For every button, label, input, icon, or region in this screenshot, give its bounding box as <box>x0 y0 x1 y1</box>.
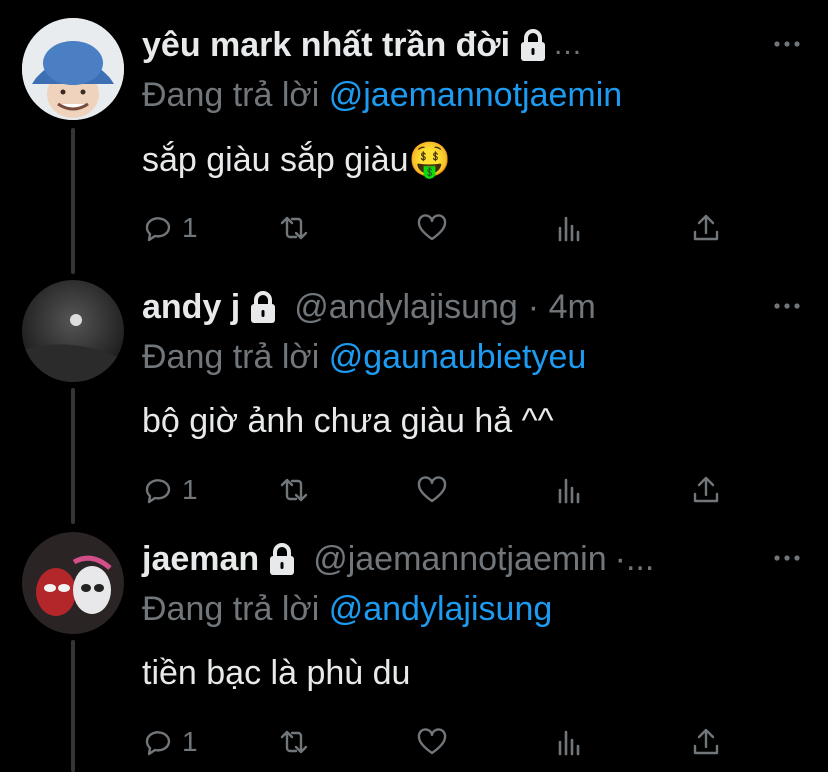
share-icon <box>693 728 719 755</box>
replying-to-label: Đang trả lời <box>142 338 320 376</box>
replying-to: Đang trả lời @gaunaubietyeu <box>142 338 586 377</box>
like-button[interactable] <box>416 722 448 762</box>
truncation-ellipsis: ·... <box>614 539 655 578</box>
reply-icon <box>145 217 171 242</box>
tweet-text: tiền bạc là phù du <box>142 654 411 692</box>
views-icon <box>558 478 580 504</box>
lock-icon <box>521 29 546 61</box>
like-button[interactable] <box>416 208 448 248</box>
reply-button[interactable]: 1 <box>142 470 198 510</box>
reply-button[interactable]: 1 <box>142 722 198 762</box>
like-button[interactable] <box>416 470 448 510</box>
tweet[interactable]: yêu mark nhất trần đời ... Đang trả lời … <box>0 10 828 265</box>
mention-link[interactable]: @jaemannotjaemin <box>329 76 622 114</box>
like-icon <box>417 476 447 503</box>
tweet[interactable]: andy j @andylajisung · 4m Đang trả lời @… <box>0 272 828 527</box>
more-icon[interactable] <box>772 548 802 568</box>
replying-to: Đang trả lời @jaemannotjaemin <box>142 76 622 115</box>
display-name[interactable]: andy j <box>142 288 240 327</box>
lock-icon <box>270 543 295 575</box>
tweet-actions: 1 <box>142 470 742 510</box>
views-button[interactable] <box>554 470 586 510</box>
share-icon <box>693 476 719 503</box>
views-icon <box>558 730 580 756</box>
retweet-icon <box>280 730 308 754</box>
replying-to-label: Đang trả lời <box>142 76 320 114</box>
reply-icon <box>145 731 171 756</box>
retweet-icon <box>280 478 308 502</box>
views-button[interactable] <box>554 208 586 248</box>
avatar[interactable] <box>22 280 124 382</box>
more-icon[interactable] <box>772 296 802 316</box>
reply-icon <box>145 479 171 504</box>
reply-count: 1 <box>182 726 198 757</box>
tweet-actions: 1 <box>142 208 742 248</box>
reply-count: 1 <box>182 212 198 243</box>
user-handle[interactable]: @andylajisung <box>294 288 518 327</box>
tweet-actions: 1 <box>142 722 742 762</box>
replying-to: Đang trả lời @andylajisung <box>142 590 552 629</box>
display-name[interactable]: yêu mark nhất trần đời <box>142 26 510 65</box>
like-icon <box>417 214 447 241</box>
tweet-header: jaeman @jaemannotjaemin ·... <box>142 534 654 584</box>
like-icon <box>417 728 447 755</box>
share-icon <box>693 214 719 241</box>
retweet-button[interactable] <box>278 722 310 762</box>
share-button[interactable] <box>690 470 722 510</box>
tweet[interactable]: jaeman @jaemannotjaemin ·... Đang trả lờ… <box>0 524 828 772</box>
timestamp[interactable]: · 4m <box>528 288 596 327</box>
tweet-text: sắp giàu sắp giàu🤑 <box>142 141 451 179</box>
avatar[interactable] <box>22 532 124 634</box>
reply-count: 1 <box>182 474 198 505</box>
tweet-header: andy j @andylajisung · 4m <box>142 282 596 332</box>
display-name[interactable]: jaeman <box>142 540 259 579</box>
retweet-button[interactable] <box>278 470 310 510</box>
share-button[interactable] <box>690 208 722 248</box>
share-button[interactable] <box>690 722 722 762</box>
tweet-header: yêu mark nhất trần đời ... <box>142 20 582 70</box>
user-handle[interactable]: @jaemannotjaemin <box>313 540 606 579</box>
avatar[interactable] <box>22 18 124 120</box>
mention-link[interactable]: @andylajisung <box>329 590 553 628</box>
views-button[interactable] <box>554 722 586 762</box>
more-icon[interactable] <box>772 34 802 54</box>
retweet-icon <box>280 216 308 240</box>
mention-link[interactable]: @gaunaubietyeu <box>329 338 587 376</box>
replying-to-label: Đang trả lời <box>142 590 320 628</box>
tweet-text: bộ giờ ảnh chưa giàu hả ^^ <box>142 402 554 440</box>
reply-button[interactable]: 1 <box>142 208 198 248</box>
truncation-ellipsis: ... <box>554 28 583 61</box>
views-icon <box>558 216 580 242</box>
lock-icon <box>251 291 276 323</box>
retweet-button[interactable] <box>278 208 310 248</box>
